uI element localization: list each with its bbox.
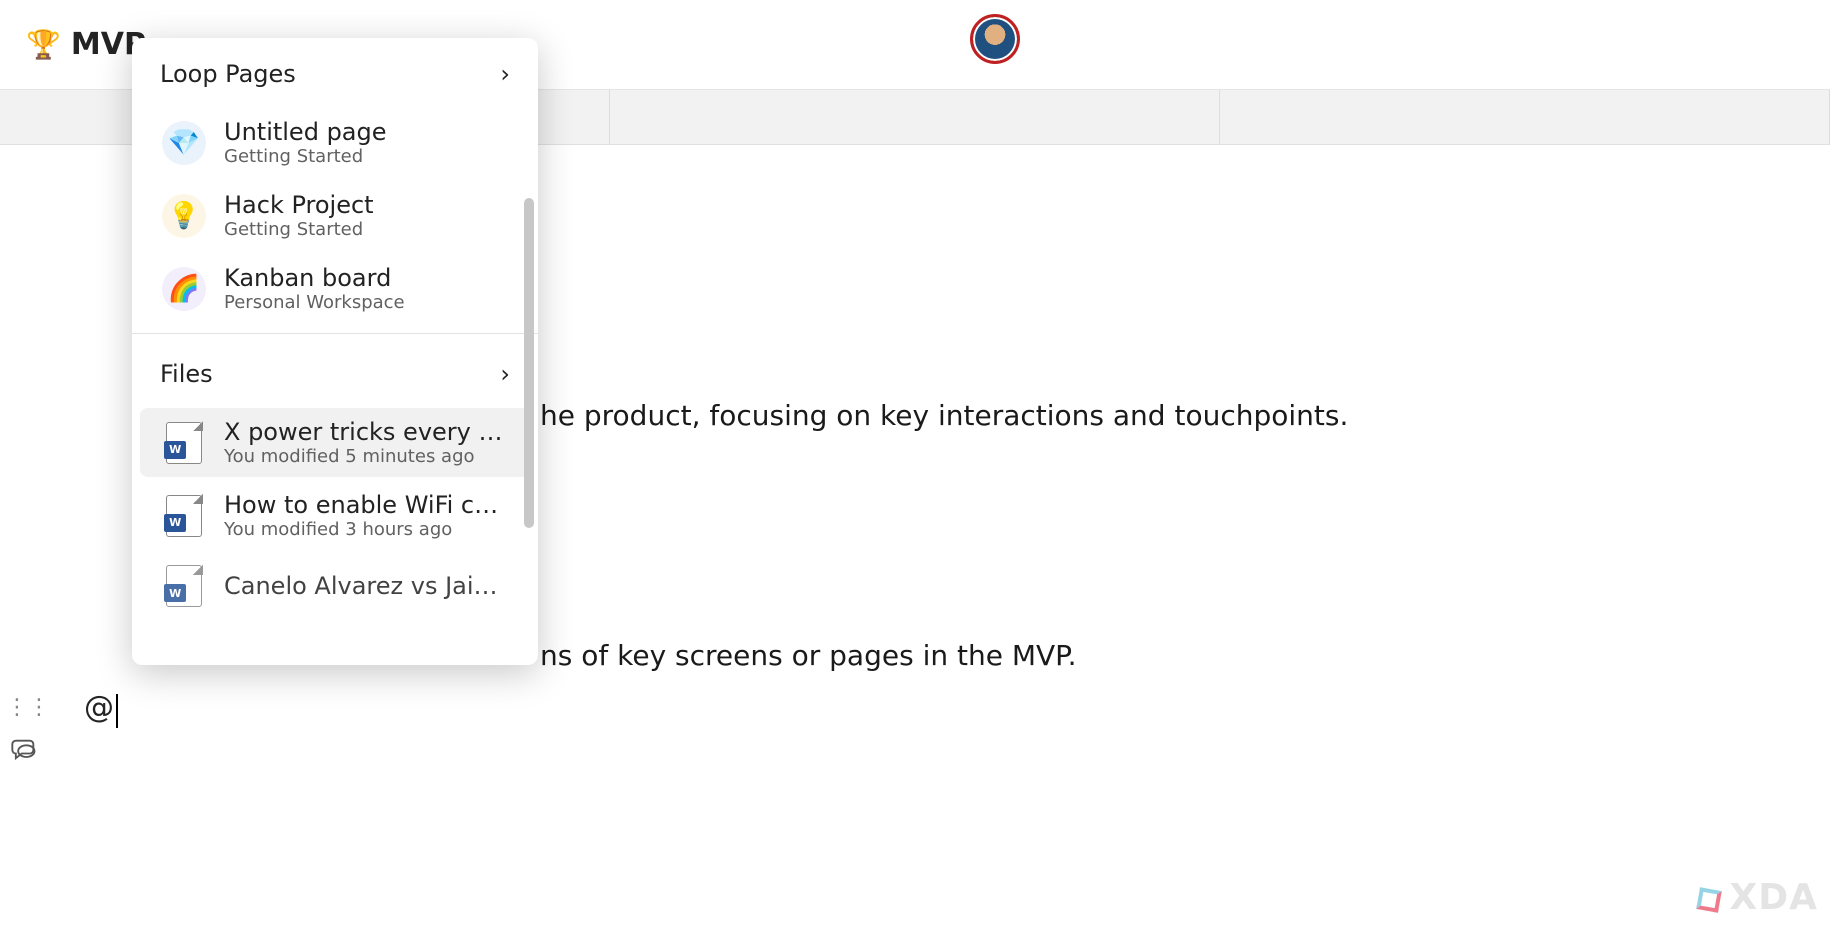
item-title: Kanban board	[224, 264, 405, 292]
file-item[interactable]: W Canelo Alvarez vs Jaime M	[140, 554, 530, 618]
item-title: How to enable WiFi caling…	[224, 491, 508, 519]
comment-icon[interactable]	[10, 736, 38, 768]
watermark-logo-icon	[1696, 887, 1721, 912]
loop-page-item[interactable]: 💡 Hack Project Getting Started	[140, 181, 530, 250]
item-subtitle: Personal Workspace	[224, 292, 405, 313]
word-file-icon: W	[162, 421, 206, 465]
chevron-right-icon: ›	[500, 60, 510, 88]
item-subtitle: Getting Started	[224, 146, 387, 167]
popover-section-files[interactable]: Files ›	[132, 338, 538, 404]
section-label: Loop Pages	[160, 60, 296, 88]
section-label: Files	[160, 360, 213, 388]
item-title: Untitled page	[224, 118, 387, 146]
item-subtitle: You modified 5 minutes ago	[224, 446, 508, 467]
mention-input[interactable]: @	[84, 690, 114, 725]
popover-section-loop-pages[interactable]: Loop Pages ›	[132, 38, 538, 104]
avatar[interactable]	[970, 14, 1020, 64]
item-subtitle: Getting Started	[224, 219, 374, 240]
tab-item[interactable]	[1220, 90, 1830, 144]
rainbow-icon: 🌈	[162, 267, 206, 311]
word-file-icon: W	[162, 564, 206, 608]
loop-page-item[interactable]: 💎 Untitled page Getting Started	[140, 108, 530, 177]
body-paragraph-1: he product, focusing on key interactions…	[540, 395, 1348, 437]
bulb-icon: 💡	[162, 194, 206, 238]
drag-handle-icon[interactable]: ⋮⋮	[6, 695, 50, 720]
divider	[132, 333, 538, 334]
mention-line[interactable]: ⋮⋮ @	[0, 690, 114, 725]
word-file-icon: W	[162, 494, 206, 538]
item-title: Canelo Alvarez vs Jaime M	[224, 572, 508, 600]
page-emoji-icon: 🏆	[26, 28, 61, 61]
scrollbar-thumb[interactable]	[524, 198, 534, 528]
chevron-right-icon: ›	[500, 360, 510, 388]
file-item[interactable]: W X power tricks every Micro… You modifi…	[140, 408, 530, 477]
gem-icon: 💎	[162, 121, 206, 165]
item-title: X power tricks every Micro…	[224, 418, 508, 446]
item-title: Hack Project	[224, 191, 374, 219]
watermark: XDA	[1698, 877, 1819, 918]
body-paragraph-2: ns of key screens or pages in the MVP.	[540, 635, 1077, 677]
item-subtitle: You modified 3 hours ago	[224, 519, 508, 540]
mention-popover: Loop Pages › 💎 Untitled page Getting Sta…	[132, 38, 538, 665]
tab-item[interactable]	[610, 90, 1220, 144]
watermark-text: XDA	[1730, 877, 1819, 918]
loop-page-item[interactable]: 🌈 Kanban board Personal Workspace	[140, 254, 530, 323]
file-item[interactable]: W How to enable WiFi caling… You modifie…	[140, 481, 530, 550]
